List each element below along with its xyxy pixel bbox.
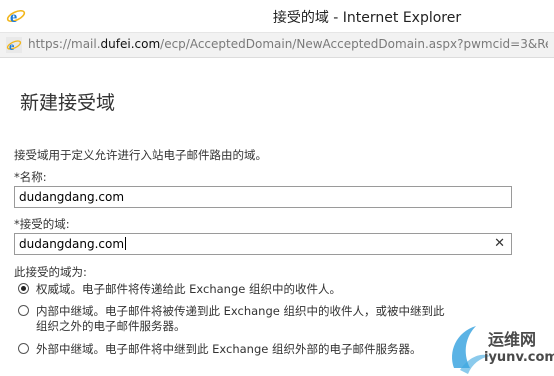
accepted-domain-label: *接受的域: — [14, 217, 70, 231]
clear-icon[interactable]: ✕ — [494, 236, 505, 251]
name-label: *名称: — [14, 170, 47, 184]
watermark: 运维网 iyunv.com — [444, 320, 554, 376]
url-text[interactable]: https://mail.dufei.com/ecp/AcceptedDomai… — [28, 37, 548, 51]
domain-type-label: 此接受的域为: — [14, 265, 87, 279]
radio-button[interactable] — [18, 343, 29, 354]
text-cursor — [125, 237, 127, 250]
radio-authoritative-label: 权威域。电子邮件将传递给此 Exchange 组织中的收件人。 — [36, 282, 342, 296]
dialog-heading: 新建接受域 — [20, 92, 116, 114]
radio-button-checked[interactable] — [18, 283, 29, 294]
name-input[interactable]: dudangdang.com — [14, 186, 512, 208]
accepted-domain-input[interactable]: dudangdang.com ✕ — [14, 233, 512, 255]
site-icon: e — [6, 37, 22, 53]
name-input-value: dudangdang.com — [19, 190, 125, 204]
url-suffix: /ecp/AcceptedDomain/NewAcceptedDomain.as… — [160, 37, 548, 51]
description-text: 接受域用于定义允许进行入站电子邮件路由的域。 — [14, 148, 267, 162]
watermark-line1: 运维网 — [488, 330, 537, 349]
url-prefix: https://mail. — [28, 37, 101, 51]
radio-internal-relay-label-line2: 组织之外的电子邮件服务器。 — [36, 319, 186, 333]
radio-internal-relay-label-line1: 内部中继域。电子邮件将被传递到此 Exchange 组织中的收件人，或被中继到此 — [36, 304, 445, 318]
url-domain: dufei.com — [100, 37, 161, 51]
title-bar: e 接受的域 - Internet Explorer — [0, 0, 554, 33]
accepted-domain-input-value: dudangdang.com — [19, 237, 125, 251]
watermark-logo-icon — [452, 326, 490, 374]
address-bar[interactable]: e https://mail.dufei.com/ecp/AcceptedDom… — [0, 33, 554, 58]
radio-external-relay-label: 外部中继域。电子邮件将中继到此 Exchange 组织外部的电子邮件服务器。 — [36, 342, 422, 356]
watermark-line2: iyunv.com — [484, 350, 554, 365]
radio-button[interactable] — [18, 305, 29, 316]
svg-text:e: e — [9, 39, 15, 53]
window-title: 接受的域 - Internet Explorer — [272, 10, 462, 26]
